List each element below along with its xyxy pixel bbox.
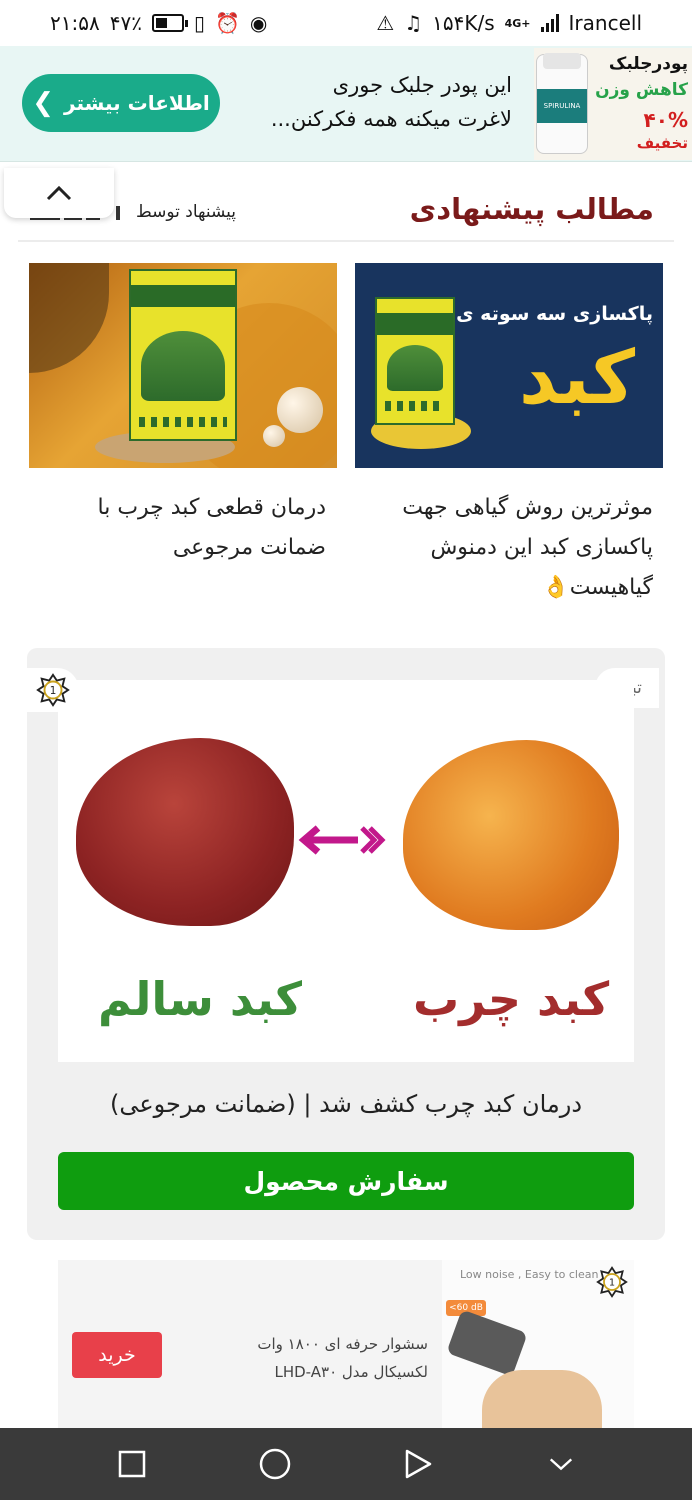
battery-icon <box>151 14 188 32</box>
ad-network-logo-icon: 1 <box>36 673 70 707</box>
recommended-image-2[interactable] <box>29 263 337 468</box>
fatty-liver-label: کبد چرب <box>413 972 610 1026</box>
recommended-image-1[interactable]: پاکسازی سه سوته ی کبد <box>355 263 663 468</box>
chevron-up-icon <box>46 185 72 201</box>
status-left: ۲۱:۵۸ ۴۷٪ ▯ ⏰ ◉ <box>50 11 267 35</box>
ad2-text-line1: سشوار حرفه ای ۱۸۰۰ وات <box>257 1335 428 1353</box>
suggested-by-label: پیشنهاد توسط <box>136 202 237 222</box>
more-info-button[interactable]: ❮ اطلاعات بیشتر <box>22 74 220 132</box>
recommended-title-2[interactable]: درمان قطعی کبد چرب با ضمانت مرجوعی <box>36 488 327 568</box>
recommended-title-1[interactable]: موثرترین روش گیاهی جهت پاکسازی کبد این د… <box>353 488 653 608</box>
tea-box <box>129 269 237 441</box>
healthy-liver-label: کبد سالم <box>98 972 302 1026</box>
spirulina-bottle: SPIRULINA <box>536 53 588 154</box>
chevron-left-icon: ❮ <box>32 88 55 118</box>
more-info-label: اطلاعات بیشتر <box>64 91 210 115</box>
product-ad[interactable]: Low noise , Easy to clean <60 dB 1 سشوار… <box>58 1260 634 1428</box>
ad-banner-image[interactable]: SPIRULINA پودرجلبک کاهش وزن ۴۰% تخفیف <box>534 48 692 160</box>
recommended-header: مطالب پیشنهادی پیشنهاد توسط <box>18 186 674 242</box>
collapse-banner-button[interactable] <box>4 168 114 218</box>
ad-text-line1: این پودر جلبک جوری <box>332 73 512 97</box>
warning-icon: ⚠ <box>376 11 395 35</box>
image-word: کبد <box>519 335 635 421</box>
image-heading: پاکسازی سه سوته ی <box>456 303 653 325</box>
tea-box <box>375 297 455 425</box>
ad-banner-text[interactable]: این پودر جلبک جوری لاغرت میکنه همه فکرکن… <box>230 68 512 136</box>
ad-img-line4: تخفیف <box>636 134 688 152</box>
battery-text: ۴۷٪ <box>109 11 142 35</box>
bottle-label: SPIRULINA <box>537 89 587 123</box>
system-nav-bar <box>0 1428 692 1500</box>
network-type: 4G+ <box>504 16 531 30</box>
carrier-name: Irancell <box>568 11 642 35</box>
recents-button[interactable] <box>112 1444 152 1484</box>
ad-network-logo-icon[interactable]: 1 <box>596 1266 628 1298</box>
status-right: ⚠ ♫ ۱۵۴K/s 4G+ Irancell <box>376 11 642 35</box>
ad-card[interactable]: تبلیغ کبد چرب کبد سالم 1 درمان کبد چرب ک… <box>27 648 665 1240</box>
back-button[interactable] <box>398 1444 438 1484</box>
svg-text:1: 1 <box>609 1278 615 1289</box>
ad-text-line2: لاغرت میکنه همه فکرکنن... <box>270 107 512 131</box>
signal-icon <box>540 14 559 32</box>
ad-img-line3: ۴۰% <box>643 108 688 132</box>
ad-headline[interactable]: درمان کبد چرب کشف شد | (ضمانت مرجوعی) <box>58 1090 634 1118</box>
hide-nav-button[interactable] <box>541 1444 581 1484</box>
section-title: مطالب پیشنهادی <box>409 192 654 226</box>
buy-button[interactable]: خرید <box>72 1332 162 1378</box>
recents-icon <box>118 1450 145 1478</box>
home-icon <box>259 1448 290 1480</box>
vibrate-icon: ▯ <box>193 11 205 35</box>
hide-nav-icon <box>549 1458 572 1471</box>
ad-network-badge[interactable]: 1 <box>27 668 79 712</box>
status-bar: ۲۱:۵۸ ۴۷٪ ▯ ⏰ ◉ ⚠ ♫ ۱۵۴K/s 4G+ Irancell <box>0 0 692 46</box>
eye-icon: ◉ <box>249 11 268 35</box>
hair-dryer-image <box>446 1309 528 1377</box>
fatty-liver-image <box>403 740 619 930</box>
healthy-liver-image <box>76 738 294 926</box>
svg-text:1: 1 <box>50 685 57 697</box>
ad-image[interactable]: کبد چرب کبد سالم <box>58 680 634 1062</box>
ad-img-line1: پودرجلبک <box>608 54 688 74</box>
music-icon: ♫ <box>404 11 423 35</box>
back-icon <box>405 1449 431 1479</box>
cat-image <box>482 1370 602 1428</box>
alarm-icon: ⏰ <box>214 11 240 35</box>
order-product-button[interactable]: سفارش محصول <box>58 1152 634 1210</box>
ad-img-line2: کاهش وزن <box>595 80 688 100</box>
arrow-left-icon <box>298 825 386 855</box>
home-button[interactable] <box>255 1444 295 1484</box>
product-ad-text: سشوار حرفه ای ۱۸۰۰ وات لکسیکال مدل LHD-A… <box>228 1330 428 1386</box>
ad2-image-text: Low noise , Easy to clean <box>460 1268 599 1281</box>
top-ad-banner[interactable]: ❮ اطلاعات بیشتر این پودر جلبک جوری لاغرت… <box>0 46 692 162</box>
net-speed: ۱۵۴K/s <box>432 11 495 35</box>
ad2-text-line2: لکسیکال مدل LHD-A۳۰ <box>274 1363 428 1381</box>
clock: ۲۱:۵۸ <box>50 11 100 35</box>
